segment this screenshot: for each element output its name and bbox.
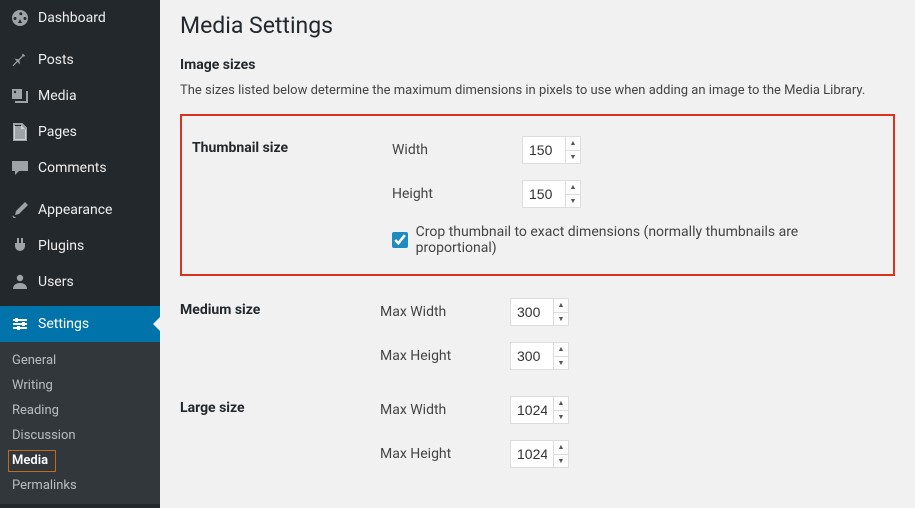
section-title: Image sizes	[180, 57, 895, 73]
medium-width-label: Max Width	[380, 304, 510, 320]
medium-width-field[interactable]	[511, 299, 553, 325]
sidebar-item-pages[interactable]: Pages	[0, 114, 160, 150]
sidebar-item-media[interactable]: Media	[0, 78, 160, 114]
sidebar-item-comments[interactable]: Comments	[0, 150, 160, 186]
large-width-label: Max Width	[380, 402, 510, 418]
section-description: The sizes listed below determine the max…	[180, 83, 895, 98]
sidebar-item-appearance[interactable]: Appearance	[0, 192, 160, 228]
thumbnail-height-field[interactable]	[523, 181, 565, 207]
thumbnail-width-input[interactable]: ▲ ▼	[522, 136, 581, 164]
sidebar-item-posts[interactable]: Posts	[0, 42, 160, 78]
medium-heading: Medium size	[180, 290, 380, 378]
sidebar-item-label: Comments	[38, 160, 107, 176]
large-width-input[interactable]: ▲ ▼	[510, 396, 569, 424]
sidebar-item-label: Posts	[38, 52, 74, 68]
sidebar-item-label: Dashboard	[38, 10, 106, 26]
pages-icon	[10, 122, 30, 142]
large-width-field[interactable]	[511, 397, 553, 423]
stepper-up-icon[interactable]: ▲	[566, 181, 580, 195]
media-icon	[10, 86, 30, 106]
thumbnail-crop-checkbox[interactable]	[392, 232, 408, 248]
settings-submenu: General Writing Reading Discussion Media…	[0, 342, 160, 504]
thumbnail-width-field[interactable]	[523, 137, 565, 163]
thumbnail-crop-label: Crop thumbnail to exact dimensions (norm…	[416, 224, 873, 256]
stepper-up-icon[interactable]: ▲	[554, 441, 568, 455]
stepper-down-icon[interactable]: ▼	[554, 411, 568, 424]
user-icon	[10, 272, 30, 292]
large-height-field[interactable]	[511, 441, 553, 467]
large-height-label: Max Height	[380, 446, 510, 462]
brush-icon	[10, 200, 30, 220]
sidebar-item-label: Appearance	[38, 202, 112, 218]
thumbnail-settings-highlight: Thumbnail size Width ▲ ▼ Height	[180, 114, 895, 276]
plug-icon	[10, 236, 30, 256]
stepper-down-icon[interactable]: ▼	[566, 195, 580, 208]
stepper-down-icon[interactable]: ▼	[566, 151, 580, 164]
medium-height-input[interactable]: ▲ ▼	[510, 342, 569, 370]
sidebar-item-users[interactable]: Users	[0, 264, 160, 300]
submenu-item-general[interactable]: General	[0, 348, 160, 373]
sidebar-item-label: Settings	[38, 316, 89, 332]
submenu-item-permalinks[interactable]: Permalinks	[0, 473, 160, 498]
stepper-up-icon[interactable]: ▲	[554, 299, 568, 313]
sidebar-item-label: Media	[38, 88, 77, 104]
submenu-item-writing[interactable]: Writing	[0, 373, 160, 398]
sidebar-item-label: Users	[38, 274, 74, 290]
stepper-down-icon[interactable]: ▼	[554, 313, 568, 326]
stepper-up-icon[interactable]: ▲	[566, 137, 580, 151]
sidebar-item-label: Pages	[38, 124, 77, 140]
thumbnail-height-label: Height	[392, 186, 522, 202]
medium-height-field[interactable]	[511, 343, 553, 369]
sidebar-item-dashboard[interactable]: Dashboard	[0, 0, 160, 36]
medium-width-input[interactable]: ▲ ▼	[510, 298, 569, 326]
comment-icon	[10, 158, 30, 178]
pin-icon	[10, 50, 30, 70]
submenu-item-media[interactable]: Media	[0, 448, 160, 473]
sidebar-item-settings[interactable]: Settings	[0, 306, 160, 342]
thumbnail-heading: Thumbnail size	[192, 128, 392, 264]
admin-sidebar: Dashboard Posts Media Pages Comments App…	[0, 0, 160, 508]
stepper-up-icon[interactable]: ▲	[554, 343, 568, 357]
large-heading: Large size	[180, 388, 380, 476]
sliders-icon	[10, 314, 30, 334]
submenu-item-reading[interactable]: Reading	[0, 398, 160, 423]
sidebar-item-plugins[interactable]: Plugins	[0, 228, 160, 264]
main-content: Media Settings Image sizes The sizes lis…	[160, 0, 915, 508]
dashboard-icon	[10, 8, 30, 28]
submenu-item-discussion[interactable]: Discussion	[0, 423, 160, 448]
thumbnail-height-input[interactable]: ▲ ▼	[522, 180, 581, 208]
stepper-up-icon[interactable]: ▲	[554, 397, 568, 411]
page-title: Media Settings	[180, 12, 895, 39]
stepper-down-icon[interactable]: ▼	[554, 455, 568, 468]
sidebar-item-label: Plugins	[38, 238, 84, 254]
stepper-down-icon[interactable]: ▼	[554, 357, 568, 370]
large-height-input[interactable]: ▲ ▼	[510, 440, 569, 468]
medium-height-label: Max Height	[380, 348, 510, 364]
thumbnail-width-label: Width	[392, 142, 522, 158]
